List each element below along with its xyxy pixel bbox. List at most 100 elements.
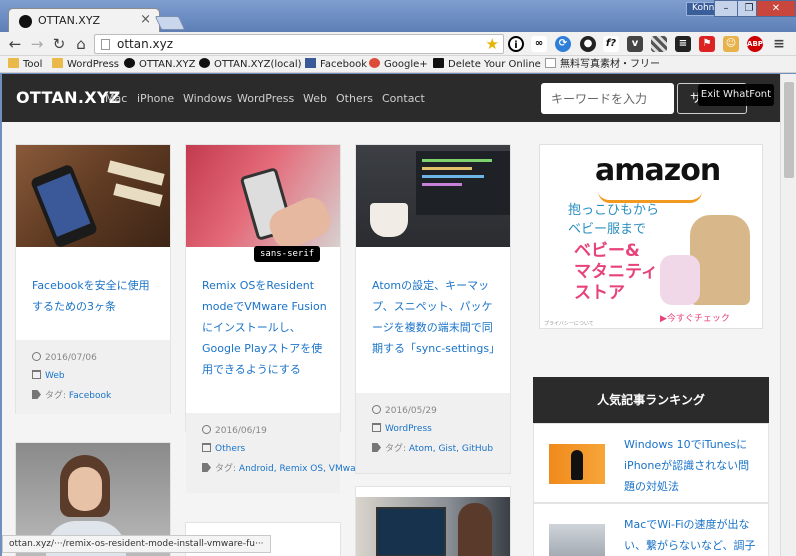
ranking-item[interactable]: MacでWi-Fiの速度が出ない、繋がらないなど、調子 <box>533 503 769 556</box>
forward-icon[interactable]: → <box>28 34 46 54</box>
glasses-icon[interactable]: ∞ <box>531 36 547 52</box>
bookmark-ottan-local[interactable]: OTTAN.XYZ(local) <box>199 57 302 72</box>
bookmark-facebook[interactable]: Facebook <box>305 57 367 72</box>
category-link[interactable]: Others <box>215 444 245 454</box>
site-favicon-icon <box>199 58 210 68</box>
person-image <box>458 503 492 556</box>
category-link[interactable]: Web <box>45 371 65 381</box>
laptop-screen-image <box>416 151 510 215</box>
clock-icon <box>32 352 41 361</box>
home-icon[interactable]: ⌂ <box>72 34 90 54</box>
tab-close-button[interactable]: × <box>140 12 151 27</box>
tag-icon <box>372 443 381 452</box>
layers-icon[interactable]: ≡ <box>675 36 691 52</box>
post-card[interactable]: Atomの設定、キーマップ、スニペット、パッケージを複数の端末間で同期する「sy… <box>355 144 511 474</box>
post-title[interactable]: Remix OSをResident modeでVMware Fusionにインス… <box>202 275 330 380</box>
bookmarks-bar: Tool WordPress OTTAN.XYZ OTTAN.XYZ(local… <box>0 56 796 73</box>
bookmark-free-photos[interactable]: 無料写真素材・フリー <box>545 57 660 72</box>
reload-icon[interactable]: ↻ <box>50 34 68 54</box>
post-category: WordPress <box>372 423 432 434</box>
window-close-button[interactable]: ✕ <box>756 0 796 17</box>
nav-web[interactable]: Web <box>303 92 327 105</box>
minimize-button[interactable]: – <box>714 0 738 17</box>
bookmark-googleplus[interactable]: Google+ <box>369 57 428 72</box>
post-card[interactable]: Remix OSをResident modeでVMware Fusionにインス… <box>185 144 396 493</box>
post-category: Web <box>32 370 65 381</box>
bookmark-delete-online[interactable]: Delete Your Online <box>433 57 541 72</box>
post-title[interactable]: Atomの設定、キーマップ、スニペット、パッケージを複数の端末間で同期する「sy… <box>372 275 502 359</box>
ranking-item[interactable]: Windows 10でiTunesにiPhoneが認識されない問題の対処法 <box>533 423 769 503</box>
sync-icon[interactable]: ⟳ <box>555 36 571 52</box>
ad-cta-link[interactable]: ▶今すぐチェック <box>660 311 730 324</box>
exit-whatfont-button[interactable]: Exit WhatFont <box>698 84 774 106</box>
font-icon[interactable]: f? <box>603 36 619 52</box>
ad-brand: amazon <box>595 153 721 188</box>
post-title[interactable]: Facebookを安全に使用するための3ヶ条 <box>32 275 156 317</box>
site-favicon-icon <box>124 58 135 68</box>
tag-icon <box>202 463 211 472</box>
folder-icon <box>52 58 63 68</box>
letter-tiles-image <box>107 160 165 186</box>
browser-tab[interactable]: OTTAN.XYZ × <box>8 8 160 34</box>
info-icon[interactable]: i <box>508 36 524 52</box>
post-card[interactable] <box>355 486 511 556</box>
nav-wordpress[interactable]: WordPress <box>237 92 294 105</box>
ad-privacy-link[interactable]: プライバシーについて <box>544 320 594 327</box>
tag-link[interactable]: Atom, Gist, GitHub <box>409 444 493 454</box>
nav-others[interactable]: Others <box>336 92 373 105</box>
ranking-title[interactable]: MacでWi-Fiの速度が出ない、繋がらないなど、調子 <box>624 514 760 556</box>
grid-icon[interactable] <box>651 36 667 52</box>
monkey-icon[interactable]: ☺ <box>723 36 739 52</box>
scrollbar-thumb[interactable] <box>784 82 794 178</box>
baby-clothes-image <box>660 255 700 305</box>
clock-icon <box>372 405 381 414</box>
post-thumbnail[interactable] <box>16 145 170 249</box>
category-link[interactable]: WordPress <box>385 424 432 434</box>
post-thumbnail[interactable] <box>356 145 510 247</box>
pocket-icon[interactable]: v <box>627 36 643 52</box>
record-icon[interactable]: ● <box>580 36 596 52</box>
flag-icon[interactable]: ⚑ <box>699 36 715 52</box>
search-input[interactable] <box>541 83 674 114</box>
post-category: Others <box>202 443 245 454</box>
folder-icon <box>372 423 381 432</box>
ad-copy-2: ベビー& マタニティ ストア <box>574 241 658 303</box>
ranking-title[interactable]: Windows 10でiTunesにiPhoneが認識されない問題の対処法 <box>624 434 760 497</box>
back-icon[interactable]: ← <box>6 34 24 54</box>
new-tab-button[interactable] <box>154 16 186 30</box>
bookmark-ottan[interactable]: OTTAN.XYZ <box>124 57 195 72</box>
nav-iphone[interactable]: iPhone <box>137 92 174 105</box>
status-bar-url: ottan.xyz/···/remix-os-resident-mode-ins… <box>2 535 271 553</box>
url-input[interactable] <box>115 36 475 52</box>
page-scrollbar[interactable] <box>780 74 796 556</box>
bookmark-page-icon <box>433 58 444 68</box>
site-favicon-icon <box>19 15 32 28</box>
post-date: 2016/07/06 <box>32 352 97 363</box>
googleplus-icon <box>369 58 380 68</box>
bookmark-star-icon[interactable]: ★ <box>486 35 499 53</box>
post-card[interactable]: Facebookを安全に使用するための3ヶ条 2016/07/06 Web タグ… <box>15 144 171 414</box>
post-thumbnail[interactable] <box>186 145 340 254</box>
post-thumbnail[interactable] <box>356 497 510 556</box>
ranking-thumbnail[interactable] <box>549 524 605 556</box>
whatfont-tooltip: sans-serif <box>254 246 321 262</box>
post-date: 2016/05/29 <box>372 405 437 416</box>
folder-icon <box>32 370 41 379</box>
ranking-thumbnail[interactable] <box>549 444 605 484</box>
adblock-icon[interactable]: ABP <box>747 36 763 52</box>
tag-icon <box>32 390 41 399</box>
menu-icon[interactable]: ≡ <box>771 36 787 52</box>
ad-copy-1: 抱っこひもから ベビー服まで <box>568 203 660 237</box>
web-page: OTTAN.XYZ Mac iPhone Windows WordPress W… <box>2 74 780 556</box>
bookmark-tool[interactable]: Tool <box>8 57 42 72</box>
amazon-ad-banner[interactable]: amazon 抱っこひもから ベビー服まで ベビー& マタニティ ストア プライ… <box>539 144 763 329</box>
post-meta: 2016/06/19 Others タグ: Android, Remix OS,… <box>186 413 396 493</box>
clock-icon <box>202 425 211 434</box>
address-bar[interactable]: ★ <box>94 34 504 54</box>
site-header: OTTAN.XYZ Mac iPhone Windows WordPress W… <box>2 74 780 122</box>
nav-windows[interactable]: Windows <box>183 92 232 105</box>
bookmark-wordpress[interactable]: WordPress <box>52 57 119 72</box>
tag-link[interactable]: Facebook <box>69 391 111 401</box>
nav-contact[interactable]: Contact <box>382 92 425 105</box>
nav-mac[interactable]: Mac <box>105 92 127 105</box>
